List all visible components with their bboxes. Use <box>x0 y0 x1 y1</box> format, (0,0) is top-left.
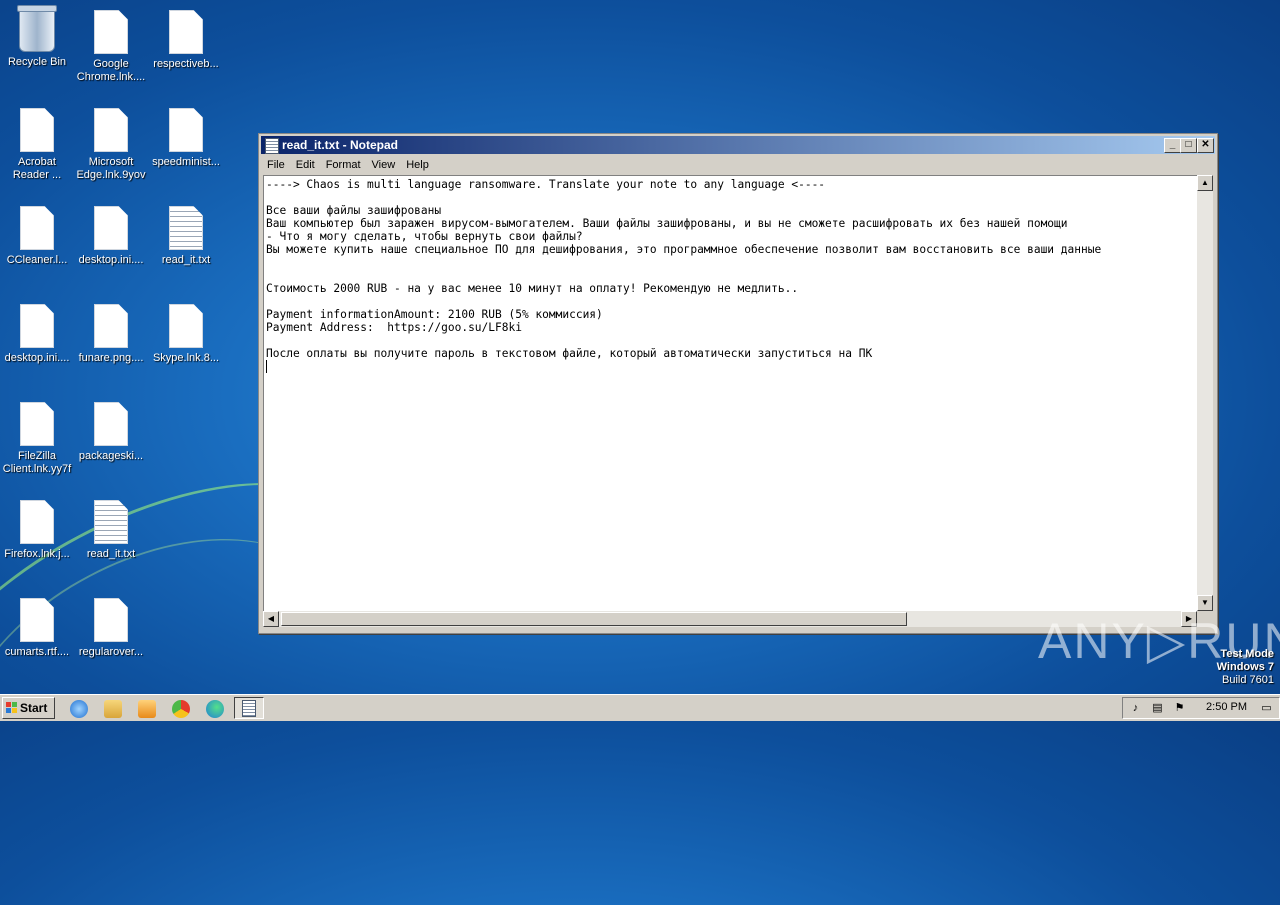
volume-icon[interactable]: ♪ <box>1129 702 1142 714</box>
system-info: Test Mode Windows 7 Build 7601 <box>1217 648 1274 687</box>
file-icon <box>94 10 128 54</box>
menu-view[interactable]: View <box>366 156 401 172</box>
notepad-icon <box>242 700 256 717</box>
desktop-icon-label: CCleaner.l... <box>6 254 68 266</box>
desktop-icon-label: respectiveb... <box>153 58 219 70</box>
file-icon <box>20 500 54 544</box>
chrome-icon[interactable] <box>172 700 190 718</box>
windows-logo-icon <box>6 702 17 713</box>
menu-bar: File Edit Format View Help <box>261 156 1215 174</box>
desktop-icon-filezilla[interactable]: FileZilla Client.lnk.yy7f <box>0 402 74 476</box>
desktop-icon-label: read_it.txt <box>86 548 136 560</box>
recycle-bin-icon <box>17 5 57 52</box>
window-title: read_it.txt - Notepad <box>282 138 399 152</box>
desktop-icon-recycle-bin[interactable]: Recycle Bin <box>0 5 74 69</box>
desktop-icon-desktop-ini-1[interactable]: desktop.ini.... <box>74 206 148 267</box>
desktop-icon-read-it-1[interactable]: read_it.txt <box>149 206 223 267</box>
media-player-icon[interactable] <box>138 700 156 718</box>
desktop-icon-label: Google Chrome.lnk.... <box>76 58 146 83</box>
desktop-icon-read-it-2[interactable]: read_it.txt <box>74 500 148 561</box>
file-icon <box>169 304 203 348</box>
file-icon <box>20 108 54 152</box>
desktop-icon-label: Skype.lnk.8... <box>152 352 220 364</box>
desktop-icon-label: speedminist... <box>152 156 220 168</box>
ransom-note-text[interactable]: ----> Chaos is multi language ransomware… <box>264 176 1200 360</box>
desktop-icon-chrome[interactable]: Google Chrome.lnk.... <box>74 10 148 84</box>
desktop-icon-label: read_it.txt <box>161 254 211 266</box>
file-icon <box>20 402 54 446</box>
desktop-icon-label: FileZilla Client.lnk.yy7f <box>2 450 72 475</box>
menu-file[interactable]: File <box>261 156 290 172</box>
file-explorer-icon[interactable] <box>104 700 122 718</box>
file-icon <box>20 598 54 642</box>
menu-edit[interactable]: Edit <box>290 156 320 172</box>
desktop-icon-label: Microsoft Edge.lnk.9yov <box>76 156 146 181</box>
text-file-icon <box>94 500 128 544</box>
notepad-icon <box>265 138 279 154</box>
horizontal-scroll-thumb[interactable] <box>281 612 907 626</box>
scroll-down-icon[interactable]: ▼ <box>1197 595 1213 611</box>
desktop-icon-firefox[interactable]: Firefox.lnk.j... <box>0 500 74 561</box>
scroll-left-icon[interactable]: ◀ <box>263 611 279 627</box>
clock[interactable]: 2:50 PM <box>1206 701 1247 713</box>
menu-help[interactable]: Help <box>400 156 434 172</box>
close-button[interactable]: ✕ <box>1197 138 1214 153</box>
text-file-icon <box>169 206 203 250</box>
maximize-button[interactable]: □ <box>1180 138 1197 153</box>
taskbar: Start ♪ ▤ ⚑ 2:50 PM ▭ <box>0 694 1280 721</box>
desktop-icon-acrobat[interactable]: Acrobat Reader ... <box>0 108 74 182</box>
desktop-icon-label: funare.png.... <box>78 352 144 364</box>
start-label: Start <box>20 701 48 715</box>
internet-explorer-icon[interactable] <box>70 700 88 718</box>
file-icon <box>20 206 54 250</box>
file-icon <box>94 402 128 446</box>
file-icon <box>94 108 128 152</box>
vertical-scrollbar[interactable]: ▲ ▼ <box>1197 175 1213 611</box>
file-icon <box>94 598 128 642</box>
desktop-icon-desktop-ini-2[interactable]: desktop.ini.... <box>0 304 74 365</box>
text-editor[interactable]: ----> Chaos is multi language ransomware… <box>263 175 1201 613</box>
desktop-icon-packageski[interactable]: packageski... <box>74 402 148 463</box>
desktop-icon-label: Acrobat Reader ... <box>12 156 62 181</box>
build-label: Build 7601 <box>1222 674 1274 686</box>
show-desktop-icon[interactable]: ▭ <box>1260 702 1273 714</box>
start-button[interactable]: Start <box>2 697 55 719</box>
network-icon[interactable]: ▤ <box>1151 702 1164 714</box>
notepad-window[interactable]: read_it.txt - Notepad _ □ ✕ File Edit Form… <box>258 133 1218 634</box>
file-icon <box>169 10 203 54</box>
windows-version-label: Windows 7 <box>1216 661 1274 673</box>
menu-format[interactable]: Format <box>320 156 366 172</box>
action-center-flag-icon[interactable]: ⚑ <box>1173 702 1186 714</box>
desktop-icon-label: desktop.ini.... <box>78 254 144 266</box>
desktop-icon-cumarts[interactable]: cumarts.rtf.... <box>0 598 74 659</box>
edge-icon[interactable] <box>206 700 224 718</box>
file-icon <box>169 108 203 152</box>
scroll-up-icon[interactable]: ▲ <box>1197 175 1213 191</box>
desktop-icon-edge[interactable]: Microsoft Edge.lnk.9yov <box>74 108 148 182</box>
desktop-icon-label: cumarts.rtf.... <box>4 646 70 658</box>
desktop-icon-ccleaner[interactable]: CCleaner.l... <box>0 206 74 267</box>
file-icon <box>94 304 128 348</box>
desktop-icon-label: desktop.ini.... <box>4 352 70 364</box>
desktop-icon-label: Recycle Bin <box>7 56 67 68</box>
test-mode-label: Test Mode <box>1220 648 1274 660</box>
text-caret <box>266 360 267 373</box>
desktop-icon-label: packageski... <box>78 450 144 462</box>
desktop-icon-respectiveb[interactable]: respectiveb... <box>149 10 223 71</box>
file-icon <box>20 304 54 348</box>
desktop-icon-label: Firefox.lnk.j... <box>4 548 70 560</box>
desktop-icon-speedminist[interactable]: speedminist... <box>149 108 223 169</box>
desktop-icon-skype[interactable]: Skype.lnk.8... <box>149 304 223 365</box>
desktop-icon-label: regularover... <box>78 646 144 658</box>
system-tray: ♪ ▤ ⚑ 2:50 PM ▭ <box>1122 697 1280 719</box>
desktop-icon-regularover[interactable]: regularover... <box>74 598 148 659</box>
taskbar-notepad-button[interactable] <box>234 697 264 719</box>
file-icon <box>94 206 128 250</box>
minimize-button[interactable]: _ <box>1164 138 1181 153</box>
desktop-icon-funare[interactable]: funare.png.... <box>74 304 148 365</box>
title-bar[interactable]: read_it.txt - Notepad _ □ ✕ <box>261 136 1215 154</box>
